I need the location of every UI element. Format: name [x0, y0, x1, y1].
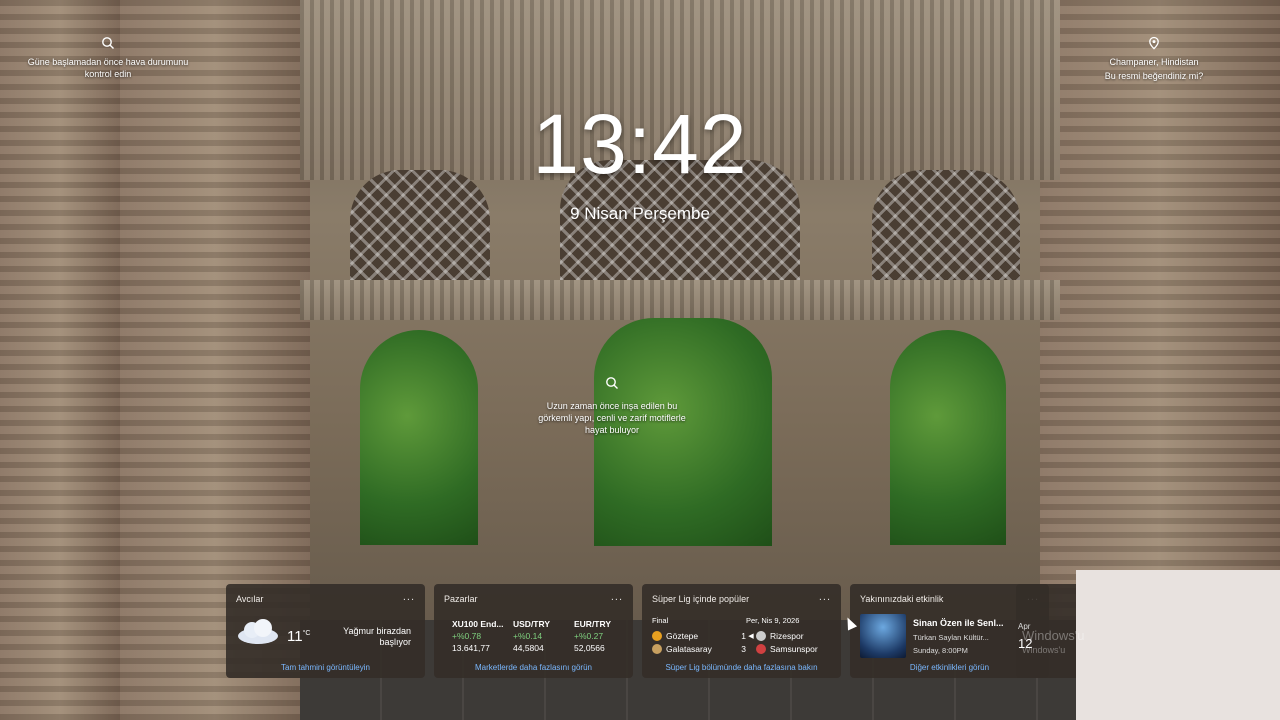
full-forecast-link[interactable]: Tam tahmini görüntüleyin	[226, 663, 425, 672]
image-info[interactable]: Champaner, Hindistan Bu resmi beğendiniz…	[1090, 36, 1218, 82]
activation-watermark: Windows'u	[1022, 628, 1085, 643]
search-icon	[606, 377, 618, 389]
match-row[interactable]: Galatasaray 3 Samsunspor	[652, 644, 818, 654]
lock-clock: 13:42	[532, 97, 748, 191]
lock-widgets: Avcılar ... 11°C Yağmur birazdan başlıyo…	[226, 584, 1049, 678]
more-options-button[interactable]: ...	[403, 591, 415, 603]
event-venue: Türkan Saylan Kültür...	[913, 633, 989, 642]
garden-arch	[890, 330, 1006, 545]
image-location: Champaner, Hindistan	[1109, 57, 1199, 67]
match-date: Per, Nis 9, 2026	[746, 616, 800, 625]
team-crest-icon	[756, 644, 766, 654]
event-time: Sunday, 8:00PM	[913, 646, 968, 655]
match-row[interactable]: Göztepe 1 ◀ Rizespor	[652, 631, 804, 641]
widget-title: Yakınınızdaki etkinlik	[860, 594, 944, 604]
image-hint[interactable]: Uzun zaman önce inşa edilen bu görkemli …	[532, 376, 692, 436]
weather-hint[interactable]: Güne başlamadan önce hava durumunu kontr…	[22, 36, 194, 80]
more-options-button[interactable]: ...	[819, 591, 831, 603]
like-image-question[interactable]: Bu resmi beğendiniz mi?	[1090, 70, 1218, 82]
location-pin-icon	[1149, 36, 1159, 50]
weather-widget[interactable]: Avcılar ... 11°C Yağmur birazdan başlıyo…	[226, 584, 425, 678]
more-options-button[interactable]: ...	[611, 591, 623, 603]
widget-title: Avcılar	[236, 594, 264, 604]
widget-title: Süper Lig içinde popüler	[652, 594, 750, 604]
event-title[interactable]: Sinan Özen ile Senl...	[913, 618, 1004, 628]
event-image	[860, 614, 906, 658]
lock-date: 9 Nisan Perşembe	[570, 204, 710, 223]
garden-arch	[360, 330, 478, 545]
market-item[interactable]: XU100 End... +%0.78 13.641,77	[452, 618, 504, 654]
team-crest-icon	[756, 631, 766, 641]
search-icon	[102, 37, 114, 49]
temperature: 11°C	[287, 628, 311, 645]
weather-description: Yağmur birazdan başlıyor	[343, 626, 411, 647]
weather-hint-text: Güne başlamadan önce hava durumunu kontr…	[27, 57, 189, 79]
match-status: Final	[652, 616, 669, 625]
winner-arrow-icon: ◀	[748, 633, 754, 640]
markets-more-link[interactable]: Marketlerde daha fazlasını görün	[434, 663, 633, 672]
league-more-link[interactable]: Süper Lig bölümünde daha fazlasına bakın	[642, 663, 841, 672]
blank-panel	[1076, 570, 1280, 720]
stone-beam	[300, 280, 1060, 320]
image-hint-text: Uzun zaman önce inşa edilen bu görkemli …	[538, 401, 686, 435]
market-item[interactable]: EUR/TRY +%0.27 52,0566	[574, 618, 611, 654]
team-crest-icon	[652, 644, 662, 654]
football-widget[interactable]: Süper Lig içinde popüler ... Final Per, …	[642, 584, 841, 678]
widget-title: Pazarlar	[444, 594, 478, 604]
market-item[interactable]: USD/TRY +%0.14 44,5804	[513, 618, 550, 654]
cloud-icon	[238, 619, 278, 644]
markets-widget[interactable]: Pazarlar ... XU100 End... +%0.78 13.641,…	[434, 584, 633, 678]
team-crest-icon	[652, 631, 662, 641]
activation-watermark-sub: Windows'u	[1022, 645, 1066, 655]
